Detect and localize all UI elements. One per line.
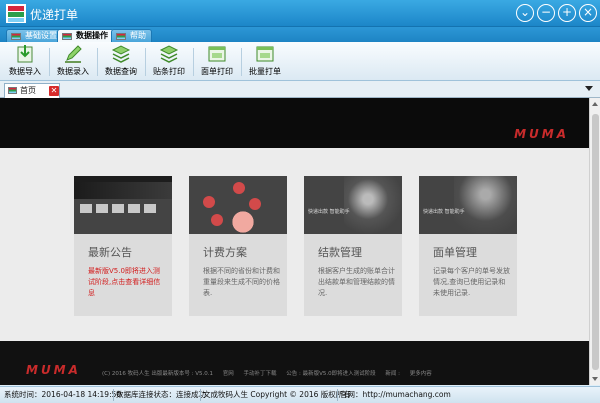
status-db-connection: 数据库连接状态：连接成功 — [116, 390, 206, 399]
title-bar: 优递打单 ⌄ − + × — [0, 0, 600, 27]
tab-basic-settings[interactable]: 基础设置 — [6, 29, 63, 42]
label-print-label: 贴条打印 — [153, 67, 185, 76]
collapse-icon[interactable]: ⌄ — [516, 4, 534, 22]
status-system-time: 系统时间：2016-04-18 14:19:50 — [4, 390, 122, 399]
footer-link-patch[interactable]: 手动补丁下载 — [244, 371, 277, 377]
tab-icon — [8, 87, 17, 94]
batch-print-button[interactable]: 批量打单 — [242, 44, 288, 80]
card-title: 结款管理 — [318, 246, 362, 259]
settlement-card[interactable]: 快递出款 智能助手 结款管理 根据客户生成的账单合计出结款单和管理结款的情况. — [304, 176, 402, 316]
menu-bar: 基础设置 数据操作 帮助 — [0, 27, 600, 42]
toolbar: 数据导入 数据录入 数据查询 贴条打印 面单打印 批量打单 — [0, 42, 600, 81]
data-entry-label: 数据录入 — [57, 67, 89, 76]
tab-home[interactable]: 首页 ✕ — [4, 83, 60, 98]
document-tab-strip: 首页 ✕ — [0, 81, 600, 98]
card-thumbnail — [74, 176, 172, 234]
minimize-button[interactable]: − — [537, 4, 555, 22]
footer-link-more[interactable]: 更多内容 — [410, 371, 432, 377]
batch-print-label: 批量打单 — [249, 67, 281, 76]
billing-plan-card[interactable]: 计费方案 根据不同的省份和计费和重量段来生成不同的价格表. — [189, 176, 287, 316]
card-thumbnail — [189, 176, 287, 234]
scroll-down-icon[interactable] — [592, 377, 598, 381]
footer-copyright: (C) 2016 牧码人生 出版最新版本号 : V5.0.1 — [102, 371, 213, 377]
card-description: 根据不同的省份和计费和重量段来生成不同的价格表. — [203, 267, 280, 297]
label-print-button[interactable]: 贴条打印 — [146, 44, 192, 80]
card-thumbnail: 快递出款 智能助手 — [419, 176, 517, 234]
tab-help[interactable]: 帮助 — [111, 29, 152, 42]
scroll-up-icon[interactable] — [592, 102, 598, 106]
footer-logo: MUMA — [26, 363, 81, 377]
card-description: 根据客户生成的账单合计出结款单和管理结款的情况. — [318, 267, 395, 297]
stack-icon — [159, 45, 179, 63]
footer-link-notice[interactable]: 公告 : 最新版V5.0即将进入测试阶段 — [286, 371, 375, 377]
data-import-button[interactable]: 数据导入 — [2, 44, 48, 80]
data-query-label: 数据查询 — [105, 67, 137, 76]
app-logo-icon — [6, 4, 26, 23]
waybill-print-label: 面单打印 — [201, 67, 233, 76]
announcement-card[interactable]: 最新公告 最新版V5.0即将进入测试阶段,点击查看详细信息 — [74, 176, 172, 316]
tab-icon — [11, 33, 21, 40]
window-icon — [208, 46, 226, 62]
data-entry-button[interactable]: 数据录入 — [50, 44, 96, 80]
window-icon — [256, 46, 274, 62]
card-title: 计费方案 — [203, 246, 247, 259]
status-website[interactable]: 官网：http://mumachang.com — [340, 387, 451, 403]
pencil-icon — [65, 45, 82, 63]
status-copyright: 文成牧码人生 Copyright © 2016 版权所有 — [203, 390, 351, 399]
card-description: 记录每个客户的单号发放情况,查询已使用记录和未使用记录. — [433, 267, 510, 297]
maximize-button[interactable]: + — [558, 4, 576, 22]
home-page: MUMA 最新公告 最新版V5.0即将进入测试阶段,点击查看详细信息 计费方案 … — [0, 98, 589, 385]
status-bar: 系统时间：2016-04-18 14:19:50 数据库连接状态：连接成功 文成… — [0, 386, 600, 403]
import-icon — [17, 45, 33, 63]
brand-logo: MUMA — [514, 127, 569, 141]
tab-home-label: 首页 — [20, 86, 36, 95]
card-title: 最新公告 — [88, 246, 132, 259]
header-banner: MUMA — [0, 98, 589, 148]
card-thumbnail: 快递出款 智能助手 — [304, 176, 402, 234]
tab-data-operations[interactable]: 数据操作 — [57, 29, 114, 42]
waybill-management-card[interactable]: 快递出款 智能助手 面单管理 记录每个客户的单号发放情况,查询已使用记录和未使用… — [419, 176, 517, 316]
data-query-button[interactable]: 数据查询 — [98, 44, 144, 80]
close-tab-icon[interactable]: ✕ — [49, 86, 59, 96]
page-footer: MUMA (C) 2016 牧码人生 出版最新版本号 : V5.0.1 官网 手… — [0, 341, 589, 385]
footer-link-news[interactable]: 新闻 : — [385, 371, 400, 377]
window-title: 优递打单 — [30, 8, 79, 22]
stack-icon — [111, 45, 131, 63]
vertical-scrollbar[interactable] — [589, 98, 600, 385]
data-import-label: 数据导入 — [9, 67, 41, 76]
tab-icon — [116, 33, 126, 40]
scrollbar-thumb[interactable] — [592, 114, 599, 370]
footer-text: (C) 2016 牧码人生 出版最新版本号 : V5.0.1 官网 手动补丁下载… — [102, 369, 440, 377]
waybill-print-button[interactable]: 面单打印 — [194, 44, 240, 80]
card-title: 面单管理 — [433, 246, 477, 259]
card-description[interactable]: 最新版V5.0即将进入测试阶段,点击查看详细信息 — [88, 266, 166, 299]
close-button[interactable]: × — [579, 4, 597, 22]
footer-link-website[interactable]: 官网 — [223, 371, 234, 377]
tab-icon — [62, 33, 72, 40]
tab-list-dropdown-icon[interactable] — [585, 86, 593, 91]
